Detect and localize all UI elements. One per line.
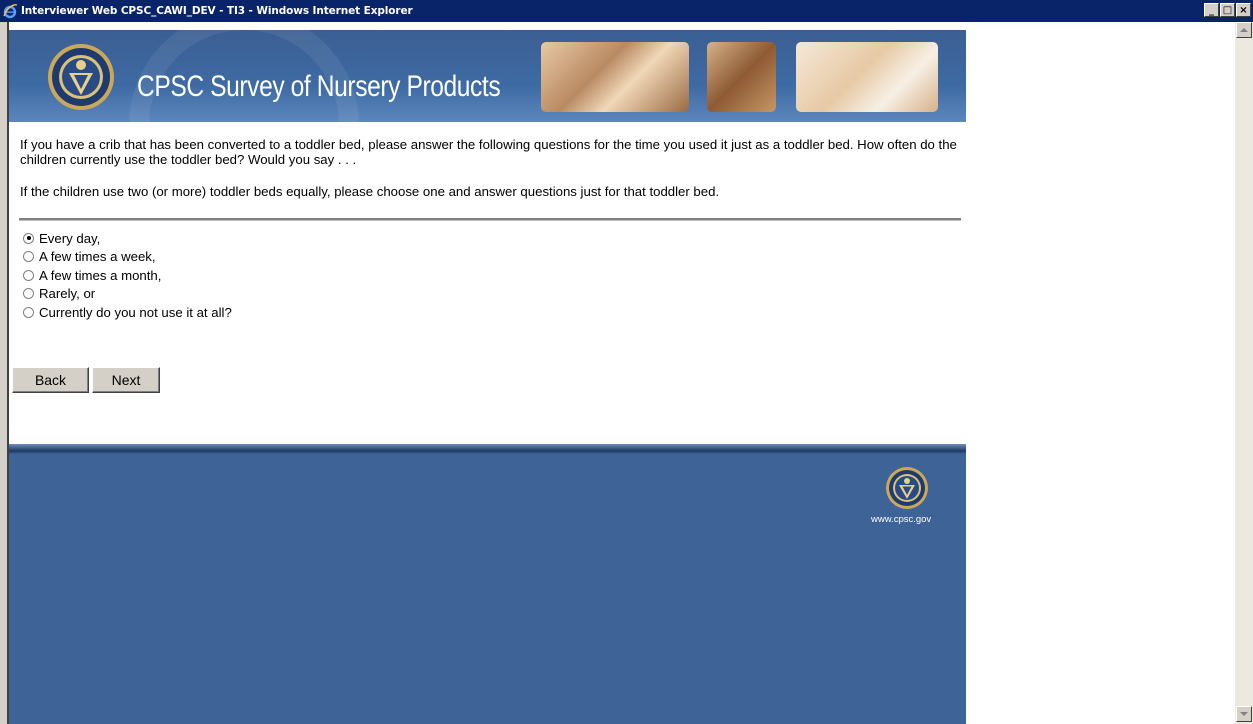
minimize-button[interactable]: _ (1204, 3, 1219, 17)
radio-button[interactable] (23, 269, 34, 281)
option-label: A few times a month, (39, 267, 162, 283)
family-photo (541, 42, 689, 112)
vertical-scrollbar[interactable] (1235, 22, 1253, 724)
question-prompt: If you have a crib that has been convert… (20, 137, 957, 167)
option-few-times-week[interactable]: A few times a week, (23, 248, 232, 267)
navigation-buttons: Back Next (12, 367, 160, 393)
internet-explorer-icon (3, 4, 18, 19)
footer-url[interactable]: www.cpsc.gov (871, 514, 931, 525)
window-titlebar[interactable]: Interviewer Web CPSC_CAWI_DEV - TI3 - Wi… (0, 0, 1253, 22)
option-label: A few times a week, (39, 249, 156, 265)
radio-button[interactable] (23, 232, 34, 244)
radio-button[interactable] (23, 251, 34, 263)
close-button[interactable]: × (1236, 3, 1251, 17)
divider (19, 218, 961, 221)
parent-child-photo (796, 42, 938, 112)
option-few-times-month[interactable]: A few times a month, (23, 266, 232, 285)
option-label: Every day, (39, 230, 101, 246)
teddy-bear-photo (707, 42, 776, 112)
arrow-up-icon (1240, 28, 1248, 32)
option-every-day[interactable]: Every day, (23, 229, 232, 248)
cpsc-seal-logo (886, 467, 928, 509)
arrow-down-icon (1240, 712, 1248, 716)
back-button[interactable]: Back (12, 367, 89, 393)
maximize-button[interactable]: □ (1220, 3, 1235, 17)
radio-button[interactable] (23, 306, 34, 318)
survey-banner: CPSC Survey of Nursery Products (9, 30, 966, 122)
radio-button[interactable] (23, 288, 34, 300)
next-button[interactable]: Next (92, 367, 160, 393)
option-not-at-all[interactable]: Currently do you not use it at all? (23, 303, 232, 322)
window-title: Interviewer Web CPSC_CAWI_DEV - TI3 - Wi… (21, 5, 413, 17)
page-footer: www.cpsc.gov (9, 444, 966, 724)
cpsc-seal-logo (48, 44, 114, 110)
answer-options: Every day, A few times a week, A few tim… (23, 229, 232, 322)
scroll-down-button[interactable] (1236, 706, 1252, 722)
question-instruction: If the children use two (or more) toddle… (20, 184, 720, 199)
option-rarely[interactable]: Rarely, or (23, 285, 232, 304)
scroll-up-button[interactable] (1236, 22, 1252, 38)
question-text: If you have a crib that has been convert… (20, 137, 960, 199)
banner-title: CPSC Survey of Nursery Products (137, 70, 501, 103)
option-label: Rarely, or (39, 286, 96, 302)
option-label: Currently do you not use it at all? (39, 304, 232, 320)
window-left-border (0, 22, 9, 724)
footer-top-band (9, 444, 966, 454)
